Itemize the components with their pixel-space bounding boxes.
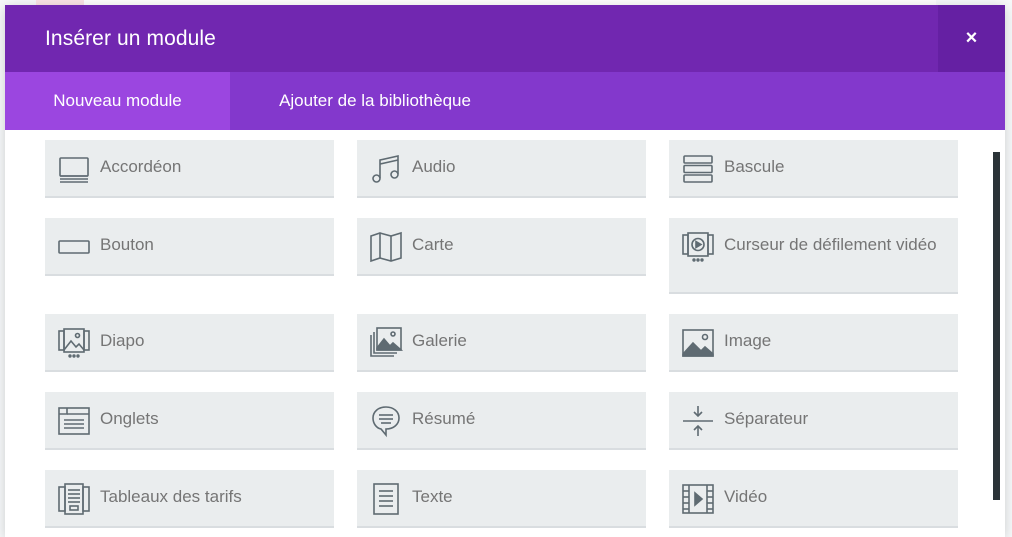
module-slider[interactable]: Diapo	[45, 314, 334, 372]
module-accordion[interactable]: Accordéon	[45, 140, 334, 198]
module-blurb[interactable]: Résumé	[357, 392, 646, 450]
module-text[interactable]: Texte	[357, 470, 646, 528]
module-label: Vidéo	[724, 487, 768, 506]
tab-label: Ajouter de la bibliothèque	[279, 91, 471, 110]
module-label: Tableaux des tarifs	[100, 487, 242, 506]
module-toggle[interactable]: Bascule	[669, 140, 958, 198]
gallery-icon	[369, 326, 403, 360]
tabs-icon	[57, 404, 91, 438]
module-image[interactable]: Image	[669, 314, 958, 372]
pricing-tables-icon	[57, 482, 91, 516]
module-label: Texte	[412, 487, 453, 506]
module-label: Accordéon	[100, 157, 182, 176]
tab-label: Nouveau module	[53, 91, 182, 110]
module-divider[interactable]: Séparateur	[669, 392, 958, 450]
music-note-icon	[369, 152, 403, 186]
module-label: Galerie	[412, 331, 467, 350]
module-label: Onglets	[100, 409, 159, 428]
module-label: Audio	[412, 157, 456, 176]
tab-bar: Nouveau module Ajouter de la bibliothèqu…	[5, 72, 1005, 130]
close-button[interactable]: ×	[938, 5, 1005, 72]
toggle-icon	[681, 152, 715, 186]
tab-new-module[interactable]: Nouveau module	[5, 72, 230, 130]
module-label: Curseur de défilement vidéo	[724, 235, 937, 254]
map-icon	[369, 230, 403, 264]
module-video[interactable]: Vidéo	[669, 470, 958, 528]
image-icon	[681, 326, 715, 360]
blurb-icon	[369, 404, 403, 438]
module-label: Résumé	[412, 409, 476, 428]
module-video-slider[interactable]: Curseur de défilement vidéo	[669, 218, 958, 294]
module-label: Bascule	[724, 157, 785, 176]
module-map[interactable]: Carte	[357, 218, 646, 276]
module-button[interactable]: Bouton	[45, 218, 334, 276]
module-label: Image	[724, 331, 772, 350]
module-label: Carte	[412, 235, 454, 254]
module-grid: Accordéon Audio Bascule Bouton Carte Cur…	[5, 130, 1005, 537]
text-icon	[369, 482, 403, 516]
modal-title: Insérer un module	[45, 27, 216, 50]
divider-icon	[681, 404, 715, 438]
modal-header: Insérer un module ×	[5, 5, 1005, 72]
tab-add-from-library[interactable]: Ajouter de la bibliothèque	[230, 72, 520, 130]
module-pricing-tables[interactable]: Tableaux des tarifs	[45, 470, 334, 528]
button-icon	[57, 230, 91, 264]
module-label: Diapo	[100, 331, 145, 350]
module-audio[interactable]: Audio	[357, 140, 646, 198]
accordion-icon	[57, 152, 91, 186]
close-icon: ×	[965, 27, 978, 49]
module-tabs[interactable]: Onglets	[45, 392, 334, 450]
insert-module-modal: Insérer un module × Nouveau module Ajout…	[5, 5, 1005, 537]
slider-icon	[57, 326, 91, 360]
scrollbar[interactable]	[993, 152, 1000, 500]
module-label: Bouton	[100, 235, 154, 254]
module-label: Séparateur	[724, 409, 809, 428]
video-slider-icon	[681, 230, 715, 264]
video-icon	[681, 482, 715, 516]
module-gallery[interactable]: Galerie	[357, 314, 646, 372]
